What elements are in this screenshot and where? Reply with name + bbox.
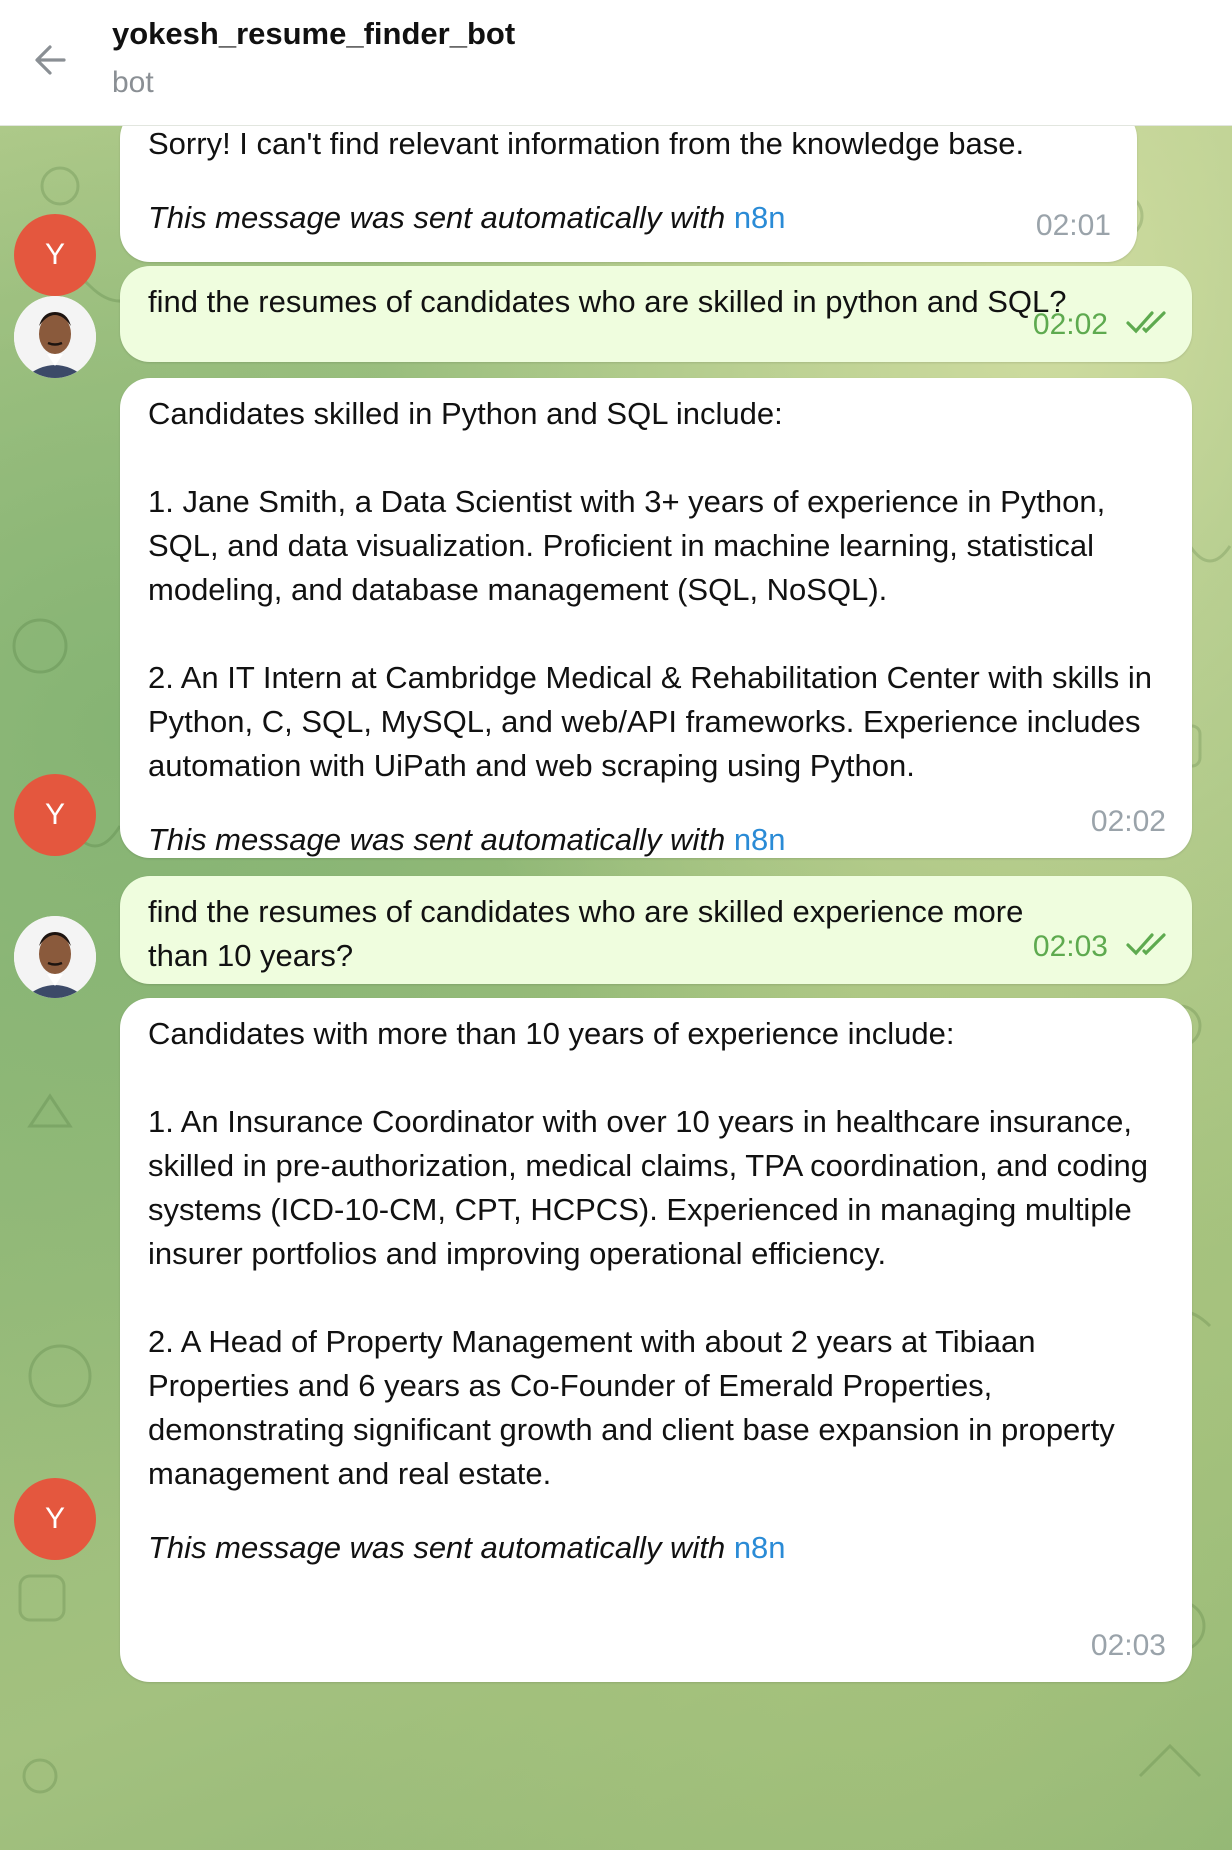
message-text: Candidates with more than 10 years of ex…: [148, 1016, 1148, 1491]
chat-title[interactable]: yokesh_resume_finder_bot: [112, 16, 515, 52]
message-time: 02:02: [1090, 805, 1166, 838]
user-avatar[interactable]: [14, 296, 96, 378]
auto-sent-text: This message was sent automatically with: [148, 200, 726, 235]
n8n-link[interactable]: n8n: [734, 1530, 786, 1565]
auto-sent-text: This message was sent automatically with: [148, 822, 726, 857]
message-text: Candidates skilled in Python and SQL inc…: [148, 396, 1152, 783]
auto-sent-note: This message was sent automatically with…: [148, 196, 1109, 240]
n8n-link[interactable]: n8n: [734, 822, 786, 857]
message-time: 02:02: [1032, 307, 1108, 341]
message-bubble-bot[interactable]: Sorry! I can't find relevant information…: [120, 126, 1137, 262]
auto-sent-note: This message was sent automatically with…: [148, 818, 1164, 862]
bot-avatar[interactable]: Y: [14, 774, 96, 856]
message-time: 02:03: [1032, 929, 1108, 963]
auto-sent-note: This message was sent automatically with…: [148, 1526, 1164, 1570]
auto-sent-text: This message was sent automatically with: [148, 1530, 726, 1565]
message-bubble-user[interactable]: find the resumes of candidates who are s…: [120, 266, 1192, 362]
chat-header: yokesh_resume_finder_bot bot: [0, 0, 1232, 126]
message-bubble-bot[interactable]: Candidates with more than 10 years of ex…: [120, 998, 1192, 1682]
chat-subtitle: bot: [112, 66, 154, 99]
double-check-icon: [1126, 304, 1170, 348]
message-text: find the resumes of candidates who are s…: [148, 894, 1032, 973]
bot-avatar[interactable]: Y: [14, 214, 96, 296]
bot-avatar-initial: Y: [44, 798, 65, 831]
message-text: find the resumes of candidates who are s…: [148, 284, 1067, 319]
message-time-status: 02:02: [1033, 303, 1170, 348]
message-text: Sorry! I can't find relevant information…: [148, 126, 1025, 161]
bot-avatar-initial: Y: [44, 238, 65, 271]
message-time-status: 02:03: [1033, 925, 1170, 970]
n8n-link[interactable]: n8n: [734, 200, 786, 235]
user-photo-avatar: [14, 916, 96, 998]
message-time: 02:03: [1090, 1629, 1166, 1662]
message-bubble-user[interactable]: find the resumes of candidates who are s…: [120, 876, 1192, 984]
message-time: 02:01: [1035, 209, 1111, 242]
user-photo-avatar: [14, 296, 96, 378]
chat-area[interactable]: Sorry! I can't find relevant information…: [0, 126, 1232, 1850]
message-bubble-bot[interactable]: Candidates skilled in Python and SQL inc…: [120, 378, 1192, 858]
back-button[interactable]: [20, 30, 80, 90]
back-arrow-icon: [35, 45, 66, 75]
double-check-icon: [1126, 926, 1170, 970]
bot-avatar-initial: Y: [44, 1502, 65, 1535]
bot-avatar[interactable]: Y: [14, 1478, 96, 1560]
user-avatar[interactable]: [14, 916, 96, 998]
